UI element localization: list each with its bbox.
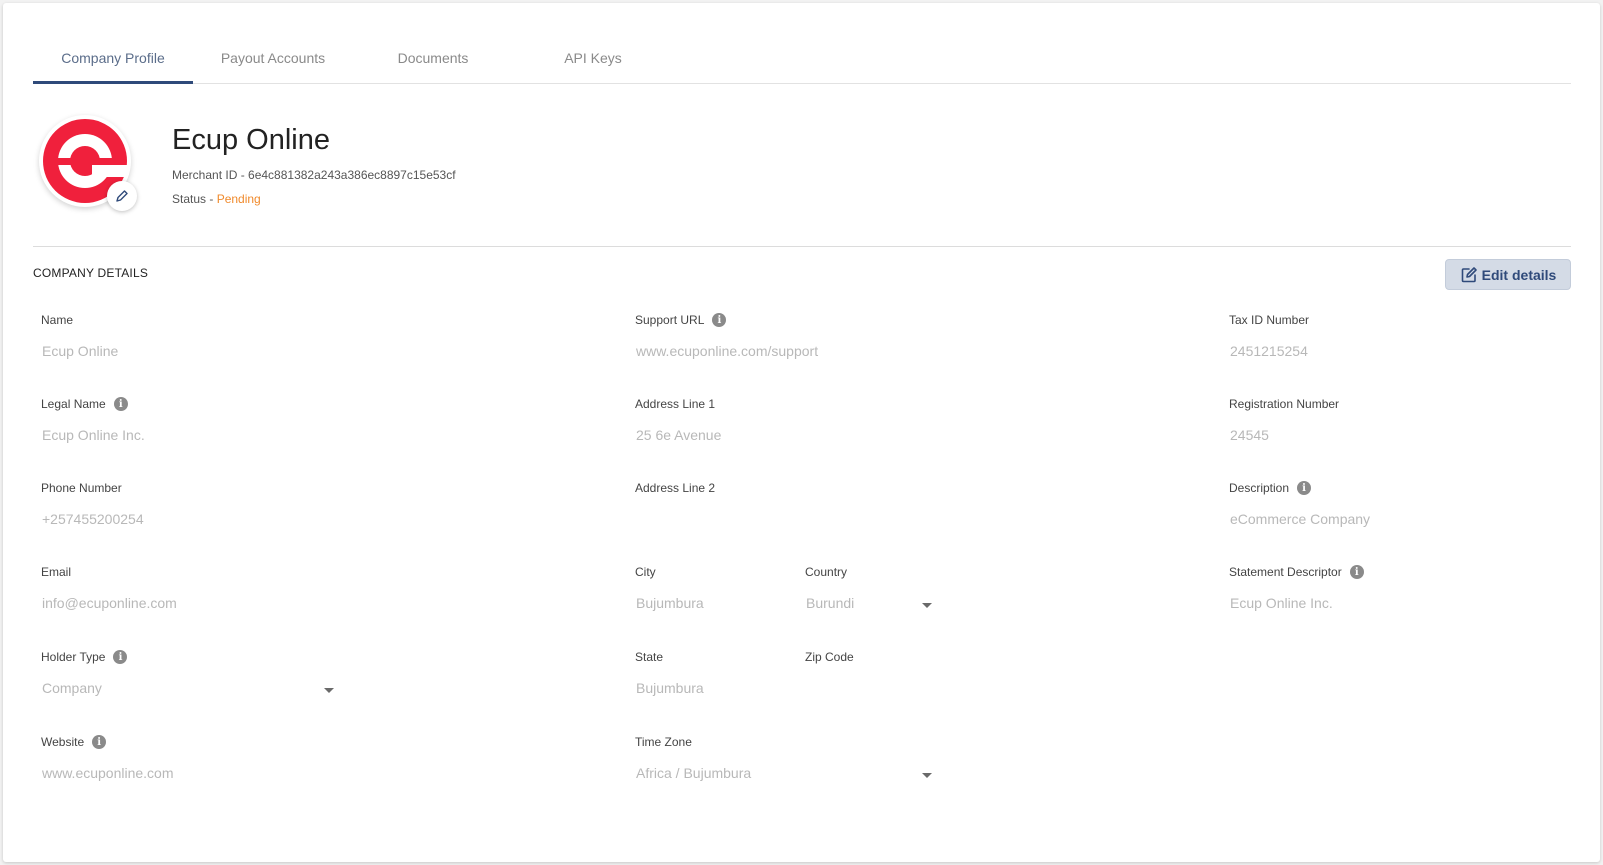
info-icon[interactable]: i: [1297, 481, 1312, 495]
info-icon[interactable]: i: [113, 397, 128, 411]
edit-logo-button[interactable]: [107, 181, 137, 211]
field-label: Statement Descriptor: [1229, 565, 1342, 579]
website-input[interactable]: www.ecuponline.com: [42, 765, 174, 781]
legal-name-input[interactable]: Ecup Online Inc.: [42, 427, 145, 443]
field-label: Address Line 2: [635, 481, 716, 495]
caret-down-icon[interactable]: [922, 603, 932, 608]
country-select[interactable]: Burundi: [806, 595, 854, 611]
field-label: Holder Type: [41, 650, 106, 664]
field-country: Country Burundi: [805, 564, 935, 611]
info-icon[interactable]: i: [113, 650, 128, 664]
info-icon[interactable]: i: [712, 313, 727, 327]
email-input[interactable]: info@ecuponline.com: [42, 595, 177, 611]
caret-down-icon[interactable]: [324, 688, 334, 693]
field-label: Phone Number: [41, 481, 122, 495]
support-url-input[interactable]: www.ecuponline.com/support: [636, 343, 818, 359]
time-zone-select[interactable]: Africa / Bujumbura: [636, 765, 751, 781]
field-label: Address Line 1: [635, 397, 716, 411]
field-label: Email: [41, 565, 72, 579]
field-label: Support URL: [635, 313, 705, 327]
info-icon[interactable]: i: [92, 735, 107, 749]
field-label: Time Zone: [635, 735, 692, 749]
tab-payout-accounts[interactable]: Payout Accounts: [193, 39, 353, 84]
field-registration-number: Registration Number 24545: [1229, 396, 1340, 443]
field-label: Legal Name: [41, 397, 106, 411]
field-time-zone: Time Zone Africa / Bujumbura: [635, 734, 935, 781]
field-phone: Phone Number +257455200254: [41, 480, 144, 527]
field-support-url: Support URL i www.ecuponline.com/support: [635, 312, 818, 359]
field-legal-name: Legal Name i Ecup Online Inc.: [41, 396, 145, 443]
statement-descriptor-input[interactable]: Ecup Online Inc.: [1230, 595, 1333, 611]
name-input[interactable]: Ecup Online: [42, 343, 118, 359]
edit-details-label: Edit details: [1481, 266, 1557, 283]
tab-api-keys[interactable]: API Keys: [513, 39, 673, 84]
field-zip-code: Zip Code: [805, 649, 854, 665]
field-label: Zip Code: [805, 650, 854, 664]
field-label: Tax ID Number: [1229, 313, 1310, 327]
merchant-id-value: 6e4c881382a243a386ec8897c15e53cf: [248, 168, 456, 182]
company-name: Ecup Online: [172, 124, 330, 156]
field-website: Website i www.ecuponline.com: [41, 734, 174, 781]
address-line-1-input[interactable]: 25 6e Avenue: [636, 427, 721, 443]
tab-bar: Company Profile Payout Accounts Document…: [33, 39, 1571, 84]
tab-company-profile[interactable]: Company Profile: [33, 39, 193, 84]
field-city: City Bujumbura: [635, 564, 704, 611]
tab-documents[interactable]: Documents: [353, 39, 513, 84]
city-input[interactable]: Bujumbura: [636, 595, 704, 611]
caret-down-icon[interactable]: [922, 773, 932, 778]
field-description: Description i eCommerce Company: [1229, 480, 1370, 527]
field-label: State: [635, 650, 664, 664]
field-label: Name: [41, 313, 74, 327]
merchant-id-label: Merchant ID -: [172, 168, 249, 182]
company-profile-card: Company Profile Payout Accounts Document…: [3, 3, 1600, 862]
company-avatar: [39, 115, 137, 211]
field-label: Registration Number: [1229, 397, 1340, 411]
status: Status - Pending: [172, 192, 261, 206]
field-label: Country: [805, 565, 848, 579]
field-label: City: [635, 565, 656, 579]
edit-details-button[interactable]: Edit details: [1445, 259, 1571, 290]
holder-type-select[interactable]: Company: [42, 680, 102, 696]
edit-icon: [1461, 266, 1477, 282]
field-holder-type: Holder Type i Company: [41, 649, 341, 696]
registration-number-input[interactable]: 24545: [1230, 427, 1269, 443]
field-address-line-2: Address Line 2: [635, 480, 715, 496]
divider: [33, 246, 1571, 247]
status-value: Pending: [216, 192, 261, 206]
field-address-line-1: Address Line 1 25 6e Avenue: [635, 396, 721, 443]
description-input[interactable]: eCommerce Company: [1230, 511, 1370, 527]
field-tax-id: Tax ID Number 2451215254: [1229, 312, 1310, 359]
field-label: Description: [1229, 481, 1290, 495]
section-title: COMPANY DETAILS: [33, 266, 149, 280]
state-input[interactable]: Bujumbura: [636, 680, 704, 696]
field-state: State Bujumbura: [635, 649, 704, 696]
field-statement-descriptor: Statement Descriptor i Ecup Online Inc.: [1229, 564, 1364, 611]
field-label: Website: [41, 735, 85, 749]
pencil-icon: [116, 190, 128, 202]
status-label: Status -: [172, 192, 217, 206]
merchant-id: Merchant ID - 6e4c881382a243a386ec8897c1…: [172, 168, 456, 182]
info-icon[interactable]: i: [1349, 565, 1364, 579]
field-name: Name Ecup Online: [41, 312, 118, 359]
phone-input[interactable]: +257455200254: [42, 511, 144, 527]
field-email: Email info@ecuponline.com: [41, 564, 177, 611]
tax-id-input[interactable]: 2451215254: [1230, 343, 1308, 359]
